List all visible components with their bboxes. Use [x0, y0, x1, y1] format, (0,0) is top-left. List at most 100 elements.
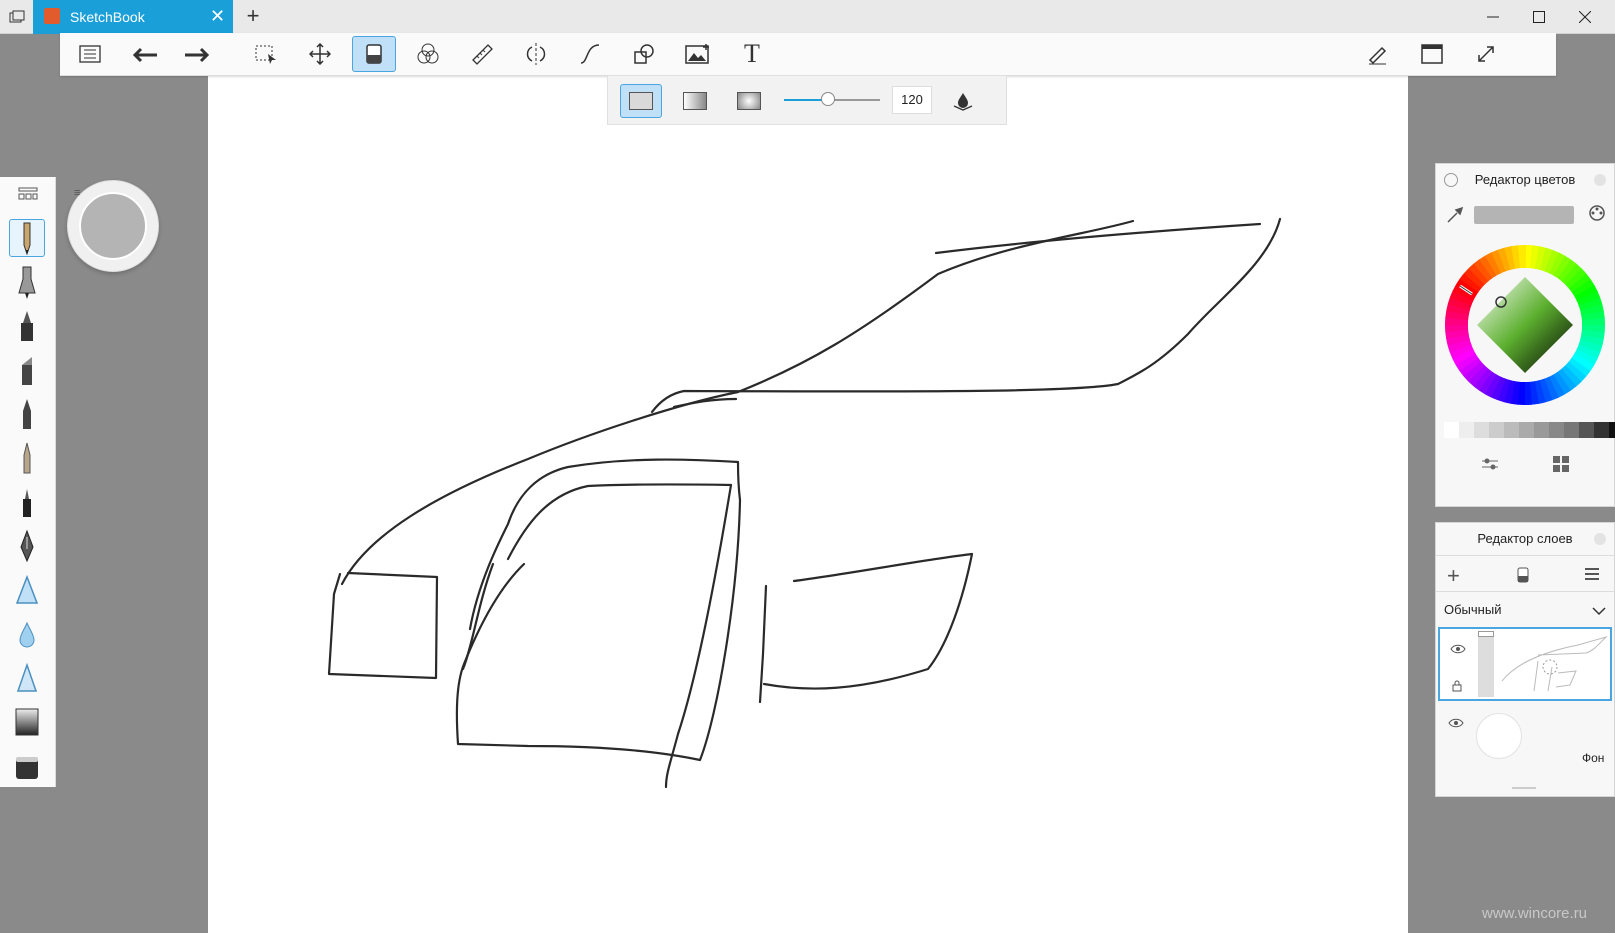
brush-marker[interactable] — [9, 307, 45, 345]
brush-triangle[interactable] — [9, 659, 45, 697]
eye-icon[interactable] — [1448, 715, 1464, 733]
gray-swatch[interactable] — [1504, 422, 1519, 438]
color-puck[interactable]: ≡ — [67, 180, 159, 272]
color-sliders-icon[interactable] — [1480, 456, 1500, 477]
window-icon[interactable] — [1410, 36, 1454, 72]
close-window-button[interactable] — [1562, 0, 1608, 33]
triangle-brush-icon — [16, 662, 38, 692]
fill-radial-gradient-button[interactable] — [728, 84, 770, 118]
brush-inking-pen[interactable] — [9, 263, 45, 301]
layer-row-1[interactable] — [1438, 627, 1612, 701]
ruler-icon[interactable] — [460, 36, 504, 72]
eye-icon[interactable] — [1450, 641, 1466, 659]
color-wheel[interactable] — [1442, 242, 1608, 408]
panel-resize-handle[interactable] — [1512, 787, 1536, 789]
fill-options-bar: 120 — [607, 75, 1007, 125]
airbrush-icon — [15, 574, 39, 604]
layer-row-2[interactable]: Фон — [1438, 703, 1612, 777]
inking-pen-icon — [18, 266, 36, 299]
brush-pencil[interactable] — [9, 219, 45, 257]
gray-swatch[interactable] — [1474, 422, 1489, 438]
tolerance-value-field[interactable]: 120 — [892, 86, 932, 114]
shapes-icon[interactable] — [622, 36, 666, 72]
brush-library-icon[interactable] — [18, 187, 38, 206]
pencil-icon — [23, 222, 31, 255]
current-color-swatch[interactable] — [79, 192, 147, 260]
curve-icon[interactable] — [568, 36, 612, 72]
solid-fill-icon — [629, 92, 653, 110]
new-tab-button[interactable]: + — [240, 3, 266, 29]
redo-icon[interactable] — [176, 36, 220, 72]
brush-fountain-pen[interactable] — [9, 527, 45, 565]
layer-opacity-slider[interactable] — [1478, 631, 1494, 697]
brush-palette — [0, 177, 56, 787]
tab-close-button[interactable]: ✕ — [210, 6, 225, 27]
fullscreen-icon[interactable] — [1464, 36, 1508, 72]
gray-swatch[interactable] — [1444, 422, 1459, 438]
layer-editor-panel: Редактор слоев + Обычный Фон — [1435, 522, 1615, 797]
gray-swatch[interactable] — [1594, 422, 1609, 438]
symmetry-icon[interactable] — [514, 36, 558, 72]
layer-fill-icon[interactable] — [1516, 566, 1530, 589]
title-bar: SketchBook ✕ + — [0, 0, 1615, 34]
fill-icon[interactable] — [352, 36, 396, 72]
blend-mode-select[interactable]: Обычный — [1444, 602, 1501, 617]
tolerance-slider-thumb[interactable] — [821, 92, 836, 106]
eraser-hard-icon — [15, 708, 39, 736]
watermark-text: www.wincore.ru — [1482, 905, 1588, 922]
tolerance-slider[interactable] — [784, 92, 880, 106]
fill-linear-gradient-button[interactable] — [674, 84, 716, 118]
current-color-bar[interactable] — [1474, 206, 1574, 224]
minimize-button[interactable] — [1470, 0, 1516, 33]
brush-water[interactable] — [9, 615, 45, 653]
layer-thumbnail — [1501, 635, 1608, 692]
brush-eraser-soft[interactable] — [9, 747, 45, 785]
gray-swatch[interactable] — [1459, 422, 1474, 438]
chevron-down-icon[interactable] — [1592, 603, 1606, 621]
gray-swatch[interactable] — [1609, 422, 1615, 438]
gray-swatch[interactable] — [1564, 422, 1579, 438]
undo-icon[interactable] — [122, 36, 166, 72]
fill-solid-button[interactable] — [620, 84, 662, 118]
drawing-canvas[interactable] — [208, 74, 1408, 933]
brush-chisel-marker[interactable] — [9, 351, 45, 389]
image-icon[interactable] — [676, 36, 720, 72]
ballpoint-pen-icon — [23, 399, 31, 429]
maximize-button[interactable] — [1516, 0, 1562, 33]
panel-close-icon[interactable] — [1594, 174, 1606, 186]
window-menu-icon[interactable] — [0, 0, 33, 33]
tab-sketchbook[interactable]: SketchBook ✕ — [33, 0, 233, 34]
list-icon[interactable] — [68, 36, 112, 72]
background-color-swatch[interactable] — [1476, 713, 1522, 759]
linear-gradient-icon — [683, 92, 707, 110]
eyedropper-icon[interactable] — [1446, 206, 1464, 229]
color-blend-icon[interactable] — [406, 36, 450, 72]
panel-close-icon[interactable] — [1594, 533, 1606, 545]
color-palette-icon[interactable] — [1588, 204, 1606, 227]
add-layer-icon[interactable]: + — [1447, 563, 1460, 589]
layer-menu-icon[interactable] — [1584, 567, 1600, 586]
pencil-settings-icon[interactable] — [1356, 36, 1400, 72]
technical-pen-icon — [23, 489, 31, 517]
brush-airbrush[interactable] — [9, 571, 45, 609]
water-drop-icon — [953, 93, 973, 111]
fill-sample-button[interactable] — [942, 84, 984, 118]
color-grid-icon[interactable] — [1552, 455, 1570, 478]
gray-swatch[interactable] — [1549, 422, 1564, 438]
brush-technical-pen[interactable] — [9, 483, 45, 521]
layer-lock-icon[interactable] — [1452, 679, 1462, 697]
brush-fine[interactable] — [9, 439, 45, 477]
gray-swatch-row[interactable] — [1444, 422, 1615, 438]
main-toolbar: T — [60, 33, 1556, 76]
gray-swatch[interactable] — [1489, 422, 1504, 438]
text-icon[interactable]: T — [730, 36, 774, 72]
puck-menu-icon[interactable]: ≡ — [74, 187, 80, 199]
select-icon[interactable] — [244, 36, 288, 72]
sketch-drawing — [327, 217, 1282, 789]
brush-eraser-hard[interactable] — [9, 703, 45, 741]
move-icon[interactable] — [298, 36, 342, 72]
gray-swatch[interactable] — [1534, 422, 1549, 438]
gray-swatch[interactable] — [1519, 422, 1534, 438]
gray-swatch[interactable] — [1579, 422, 1594, 438]
brush-ballpoint[interactable] — [9, 395, 45, 433]
